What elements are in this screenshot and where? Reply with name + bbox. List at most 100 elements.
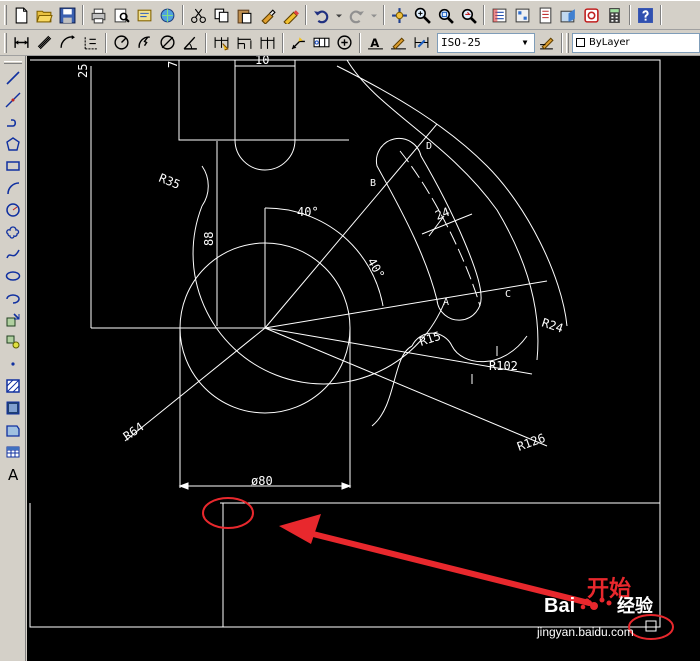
draw-toolbar: A xyxy=(0,56,26,661)
toolbar-grip[interactable] xyxy=(566,32,569,53)
ucs-origin-marker xyxy=(645,620,657,632)
slot-centerline xyxy=(399,150,481,307)
color-control-dropdown[interactable]: ByLayer xyxy=(572,32,700,53)
gradient-icon[interactable] xyxy=(3,398,23,418)
pan-realtime-icon[interactable] xyxy=(389,5,410,26)
toolbar-separator xyxy=(105,32,107,53)
paste-icon[interactable] xyxy=(234,5,255,26)
toolbar-separator xyxy=(483,5,485,25)
quickcalc-icon[interactable] xyxy=(604,5,625,26)
multiline-text-icon[interactable]: A xyxy=(3,464,23,484)
arc-length-icon[interactable] xyxy=(57,32,78,53)
dimension-text-edit-icon[interactable] xyxy=(388,32,409,53)
curved-slot xyxy=(375,137,482,321)
center-mark-icon[interactable] xyxy=(334,32,355,53)
outer-arc-r64 xyxy=(192,205,446,385)
design-center-icon[interactable] xyxy=(512,5,533,26)
zoom-previous-icon[interactable] xyxy=(458,5,479,26)
drawing-canvas[interactable]: R35 R64 R24 R15 R102 R126 ø80 88 24 40° … xyxy=(27,56,700,661)
sheet-set-manager-icon[interactable] xyxy=(558,5,579,26)
table-icon[interactable] xyxy=(3,442,23,462)
plot-icon[interactable] xyxy=(88,5,109,26)
toolbar-separator xyxy=(182,5,184,25)
arc-icon[interactable] xyxy=(3,178,23,198)
hatch-icon[interactable] xyxy=(3,376,23,396)
copy-icon[interactable] xyxy=(211,5,232,26)
construction-line-icon[interactable] xyxy=(3,90,23,110)
undo-dropdown-icon[interactable] xyxy=(334,5,344,26)
baseline-dimension-icon[interactable] xyxy=(234,32,255,53)
dimension-style-icon[interactable] xyxy=(536,32,557,53)
label-d7: 7 xyxy=(166,61,180,68)
watermark-url: jingyan.baidu.com xyxy=(536,625,634,639)
diameter-dimension-icon[interactable] xyxy=(157,32,178,53)
open-file-icon[interactable] xyxy=(34,5,55,26)
label-angle-40b: 40° xyxy=(364,256,387,282)
insert-block-icon[interactable] xyxy=(3,310,23,330)
autocad-window: A ISO-25 ▼ ByLayer A R35 R64 R24 R15 R10… xyxy=(0,0,700,661)
toolbar-grip[interactable] xyxy=(4,32,7,53)
plot-preview-icon[interactable] xyxy=(111,5,132,26)
cut-icon[interactable] xyxy=(188,5,209,26)
angular-dimension-icon[interactable] xyxy=(180,32,201,53)
rectangle-icon[interactable] xyxy=(3,156,23,176)
line-icon[interactable] xyxy=(3,68,23,88)
zoom-window-icon[interactable] xyxy=(435,5,456,26)
circle-icon[interactable] xyxy=(3,200,23,220)
dimension-update-icon[interactable] xyxy=(411,32,432,53)
annotation-arrow-head xyxy=(279,514,321,544)
properties-icon[interactable] xyxy=(489,5,510,26)
toolbar-separator xyxy=(629,5,631,25)
label-point-c: C xyxy=(505,289,511,300)
ellipse-icon[interactable] xyxy=(3,266,23,286)
quick-dimension-icon[interactable] xyxy=(211,32,232,53)
revision-cloud-icon[interactable] xyxy=(3,222,23,242)
toolbar-separator xyxy=(82,5,84,25)
new-file-icon[interactable] xyxy=(11,5,32,26)
dimension-edit-icon[interactable]: A xyxy=(365,32,386,53)
radius-dimension-icon[interactable] xyxy=(111,32,132,53)
extension-lines-d80 xyxy=(179,328,351,488)
etransmit-icon[interactable] xyxy=(157,5,178,26)
ordinate-dimension-icon[interactable] xyxy=(80,32,101,53)
toolbar-separator xyxy=(383,5,385,25)
fillet-r15 xyxy=(371,345,413,427)
region-icon[interactable] xyxy=(3,420,23,440)
dimension-style-dropdown[interactable]: ISO-25 ▼ xyxy=(437,32,535,53)
point-icon[interactable] xyxy=(3,354,23,374)
spline-icon[interactable] xyxy=(3,244,23,264)
svg-text:A: A xyxy=(8,466,19,482)
publish-icon[interactable] xyxy=(134,5,155,26)
tool-palettes-icon[interactable] xyxy=(535,5,556,26)
make-block-icon[interactable] xyxy=(3,332,23,352)
polyline-icon[interactable] xyxy=(3,112,23,132)
label-r102: R102 xyxy=(489,359,518,373)
outer-arc-r102 xyxy=(336,65,568,327)
quick-leader-icon[interactable] xyxy=(288,32,309,53)
jogged-dimension-icon[interactable] xyxy=(134,32,155,53)
label-r64: R64 xyxy=(121,420,147,444)
ellipse-arc-icon[interactable] xyxy=(3,288,23,308)
continue-dimension-icon[interactable] xyxy=(257,32,278,53)
markup-set-manager-icon[interactable] xyxy=(581,5,602,26)
linear-dimension-icon[interactable] xyxy=(11,32,32,53)
zoom-realtime-icon[interactable] xyxy=(412,5,433,26)
annotation-arrow-shaft xyxy=(310,531,592,606)
help-icon[interactable] xyxy=(635,5,656,26)
block-editor-icon[interactable] xyxy=(280,5,301,26)
toolbar-grip[interactable] xyxy=(4,5,7,25)
redo-icon[interactable] xyxy=(346,5,367,26)
save-icon[interactable] xyxy=(57,5,78,26)
toolbar-grip[interactable] xyxy=(3,58,23,66)
dimension-toolbar: A ISO-25 ▼ ByLayer xyxy=(0,30,700,56)
undo-icon[interactable] xyxy=(311,5,332,26)
toolbar-separator xyxy=(205,32,207,53)
label-r15: R15 xyxy=(418,329,443,349)
match-properties-icon[interactable] xyxy=(257,5,278,26)
tolerance-icon[interactable] xyxy=(311,32,332,53)
chevron-down-icon[interactable]: ▼ xyxy=(518,36,532,50)
polygon-icon[interactable] xyxy=(3,134,23,154)
label-d25: 25 xyxy=(76,64,90,78)
aligned-dimension-icon[interactable] xyxy=(34,32,55,53)
redo-dropdown-icon[interactable] xyxy=(369,5,379,26)
